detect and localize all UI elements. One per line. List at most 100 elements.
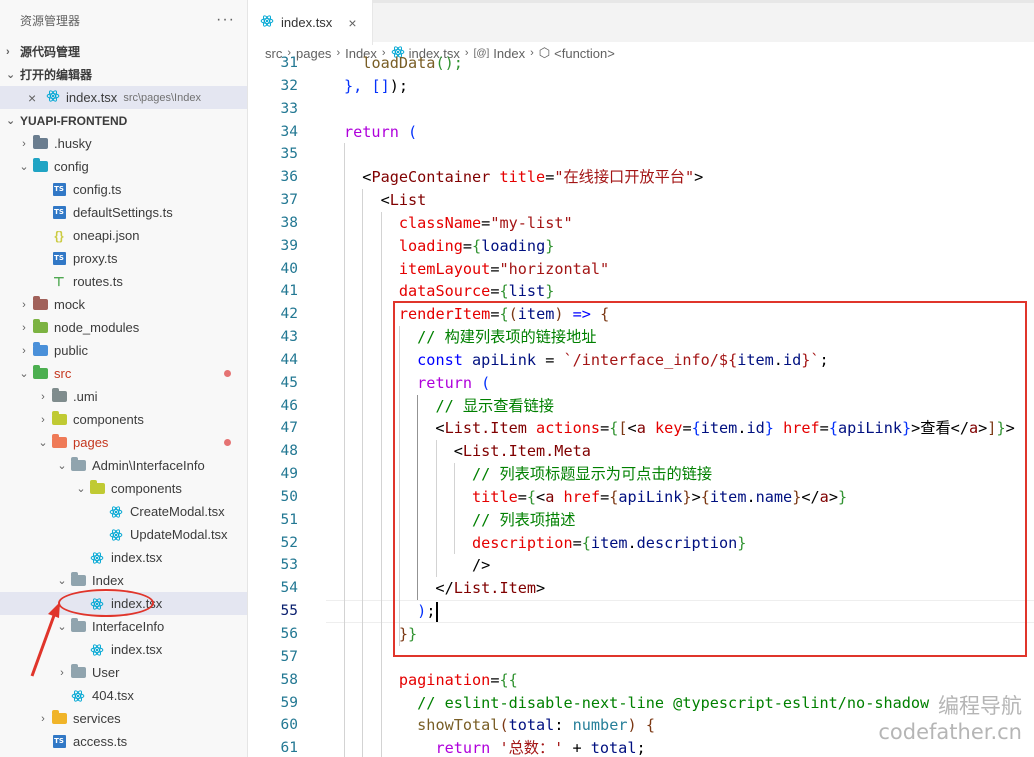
tab-index-tsx[interactable]: index.tsx × [248, 0, 373, 45]
tree-item-label: InterfaceInfo [92, 619, 165, 634]
code-token: = [600, 419, 610, 438]
code-token: </ [801, 487, 820, 506]
tree-folder[interactable]: › .husky [0, 132, 247, 155]
tree-folder[interactable]: › mock [0, 293, 247, 316]
line-number: 32 [280, 77, 298, 94]
code-token: return [417, 373, 482, 392]
code-token: loadData [362, 54, 436, 72]
code-token: ; [636, 739, 646, 757]
folder-shape [32, 296, 48, 310]
code-token: return [435, 739, 500, 757]
close-icon[interactable]: × [28, 90, 36, 106]
watermark-url: codefather.cn [878, 720, 1022, 744]
react-icon [89, 551, 105, 565]
tree-folder[interactable]: ⌄ components [0, 477, 247, 500]
code-token: "horizontal" [499, 259, 610, 278]
tree-folder[interactable]: › public [0, 339, 247, 362]
code-token: = [481, 213, 491, 232]
indent-guide [417, 394, 419, 601]
line-number: 35 [280, 146, 298, 163]
tree-file[interactable]: TS access.ts [0, 730, 247, 753]
code-line: loading={loading} [344, 235, 555, 258]
code-token: actions [536, 419, 601, 438]
line-number: 55 [280, 603, 298, 620]
folder-shape [32, 319, 48, 333]
tree-item-label: UpdateModal.tsx [130, 527, 228, 542]
code-token: apiLink [618, 487, 683, 506]
chevron-right-icon: › [22, 344, 26, 357]
code-token: loading [481, 236, 546, 255]
code-token: { [581, 533, 591, 552]
tree-folder[interactable]: ⌄ Admin\InterfaceInfo [0, 454, 247, 477]
code-token: href [563, 487, 601, 506]
line-number: 61 [280, 740, 298, 757]
tree-file[interactable]: CreateModal.tsx [0, 500, 247, 523]
code-token: => [563, 305, 601, 324]
folder-shape [70, 572, 86, 586]
code-token: { [691, 419, 701, 438]
code-token: } [737, 533, 747, 552]
code-line: description={item.description} [344, 532, 746, 555]
code-token: total [508, 716, 555, 735]
close-icon[interactable]: × [348, 15, 356, 31]
section-project[interactable]: ⌄ YUAPI-FRONTEND [0, 109, 247, 132]
typescript-icon: TS [51, 252, 67, 266]
code-token: } [792, 487, 802, 506]
code-token: { [645, 716, 655, 735]
section-label: 源代码管理 [20, 45, 81, 59]
line-number: 53 [280, 557, 298, 574]
tree-folder[interactable]: › services [0, 707, 247, 730]
folder-icon [51, 388, 67, 404]
tree-folder[interactable]: ⌄ src [0, 362, 247, 385]
line-number: 33 [280, 100, 298, 117]
code-token: a [819, 487, 829, 506]
more-actions-icon[interactable]: ··· [216, 11, 235, 29]
code-token: : [554, 716, 573, 735]
tree-item-label: Index [92, 573, 124, 588]
code-token: className [398, 213, 482, 232]
react-icon [89, 597, 105, 611]
section-source-control[interactable]: › 源代码管理 [0, 40, 247, 63]
chevron-down-icon: ⌄ [76, 483, 86, 495]
section-open-editors[interactable]: ⌄ 打开的编辑器 [0, 63, 247, 86]
folder-shape [32, 158, 48, 172]
tree-folder[interactable]: ⌄ config [0, 155, 247, 178]
code-token: a [545, 487, 555, 506]
tree-item-label: .umi [73, 389, 98, 404]
folder-shape [70, 664, 86, 678]
line-number: 56 [280, 626, 298, 642]
code-token: } [545, 236, 555, 255]
open-editor-item[interactable]: × index.tsx src\pages\Index [0, 86, 247, 109]
code-token: } [764, 419, 774, 438]
tree-folder[interactable]: › .umi [0, 385, 247, 408]
code-token: ( [481, 373, 491, 392]
tree-file[interactable]: ⊤ routes.ts [0, 270, 247, 293]
chevron-down-icon: ⌄ [57, 575, 67, 587]
tree-file[interactable]: TS defaultSettings.ts [0, 201, 247, 224]
tab-label: index.tsx [281, 15, 333, 30]
tree-file[interactable]: UpdateModal.tsx [0, 523, 247, 546]
modified-dot [224, 439, 231, 446]
code-token: // 列表项描述 [472, 510, 576, 529]
typescript-icon: TS [51, 206, 67, 220]
folder-shape [70, 457, 86, 471]
tree-item-label: src [54, 366, 72, 381]
tree-file[interactable]: TS config.ts [0, 178, 247, 201]
tree-folder[interactable]: ⌄ Index [0, 569, 247, 592]
tree-folder[interactable]: › components [0, 408, 247, 431]
code-editor[interactable]: 31 32 33 34 35 36 37 38 39 40 41 42 43 44 45 46 47 48 49 50… [248, 52, 1034, 757]
tree-file[interactable]: 404.tsx [0, 684, 247, 707]
tree-file[interactable]: index.tsx [0, 546, 247, 569]
tree-file[interactable]: TS proxy.ts [0, 247, 247, 270]
code-token: { [828, 419, 838, 438]
tree-folder[interactable]: › node_modules [0, 316, 247, 339]
folder-shape [70, 618, 86, 632]
code-token: { [499, 282, 509, 301]
tree-file[interactable]: {} oneapi.json [0, 224, 247, 247]
tree-folder[interactable]: ⌄ pages [0, 431, 247, 454]
